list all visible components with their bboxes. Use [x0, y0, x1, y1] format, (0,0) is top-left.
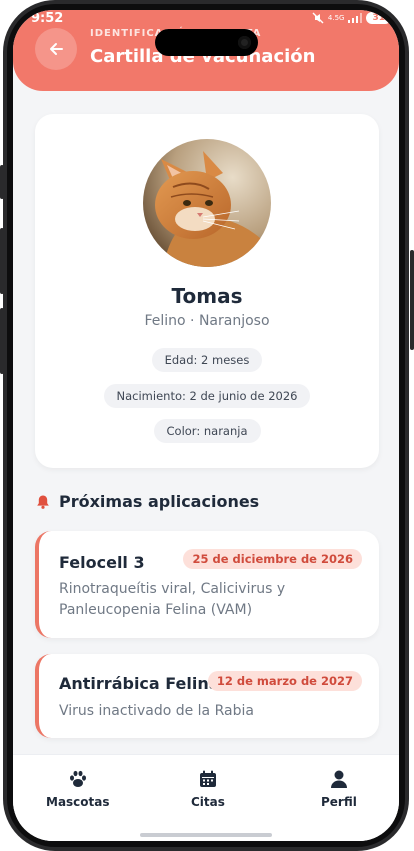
chip-row: Edad: 2 meses [35, 348, 379, 372]
network-label: 4.5G [327, 14, 345, 22]
bottom-navigation: Mascotas Citas Perfil [13, 754, 399, 841]
nav-item-perfil[interactable]: Perfil [321, 769, 357, 809]
vaccine-name: Felocell 3 [59, 553, 145, 572]
user-icon [330, 770, 347, 788]
vaccine-name: Antirrábica Felina [59, 674, 220, 693]
nav-label: Perfil [321, 795, 357, 809]
pet-species-breed: Felino · Naranjoso [144, 313, 270, 329]
camera-notch [155, 29, 258, 56]
status-icons: 4.5G 31 [312, 12, 391, 24]
upcoming-section-title: Próximas aplicaciones [35, 492, 259, 511]
status-time: 9:52 [31, 11, 64, 26]
nav-item-mascotas[interactable]: Mascotas [46, 769, 110, 809]
pet-name: Tomas [171, 284, 243, 308]
app-header: 9:52 4.5G 31 IDENTIFICACIÓN MASCOTA Cart… [13, 10, 399, 91]
age-chip: Edad: 2 meses [151, 348, 263, 372]
vaccine-description: Rinotraqueítis viral, Calicivirus y Panl… [59, 581, 286, 618]
arrow-left-icon [50, 43, 63, 55]
signal-icon [348, 13, 363, 23]
side-button [0, 228, 4, 294]
home-indicator [140, 833, 272, 837]
side-button [0, 165, 4, 199]
phone-device: 9:52 4.5G 31 IDENTIFICACIÓN MASCOTA Cart… [0, 0, 414, 851]
section-title-text: Próximas aplicaciones [59, 492, 260, 511]
nav-label: Citas [191, 795, 225, 809]
bell-icon [37, 495, 49, 509]
side-button [0, 308, 4, 374]
pet-avatar[interactable] [143, 139, 271, 267]
front-camera [238, 36, 251, 49]
side-button [410, 250, 414, 350]
cat-photo [143, 139, 271, 267]
nav-item-citas[interactable]: Citas [191, 769, 225, 809]
nav-label: Mascotas [46, 795, 110, 809]
paw-icon [69, 770, 86, 787]
pet-profile-card: Tomas Felino · Naranjoso Edad: 2 meses N… [35, 114, 379, 468]
calendar-icon [199, 770, 216, 787]
app-screen: 9:52 4.5G 31 IDENTIFICACIÓN MASCOTA Cart… [13, 10, 399, 841]
vaccine-date-badge: 25 de diciembre de 2026 [183, 549, 362, 569]
vaccine-card[interactable]: Antirrábica Felina 12 de marzo de 2027 V… [35, 654, 379, 738]
vaccine-description: Virus inactivado de la Rabia [59, 703, 254, 719]
back-button[interactable] [35, 28, 77, 70]
vaccine-date-badge: 12 de marzo de 2027 [207, 671, 362, 691]
color-chip: Color: naranja [153, 419, 261, 443]
chip-row: Nacimiento: 2 de junio de 2026 [35, 384, 379, 408]
vaccine-card[interactable]: Felocell 3 25 de diciembre de 2026 Rinot… [35, 531, 379, 638]
chip-row: Color: naranja [35, 419, 379, 443]
mute-icon [312, 12, 324, 24]
battery-indicator: 31 [366, 12, 391, 24]
birth-date-chip: Nacimiento: 2 de junio de 2026 [103, 384, 311, 408]
